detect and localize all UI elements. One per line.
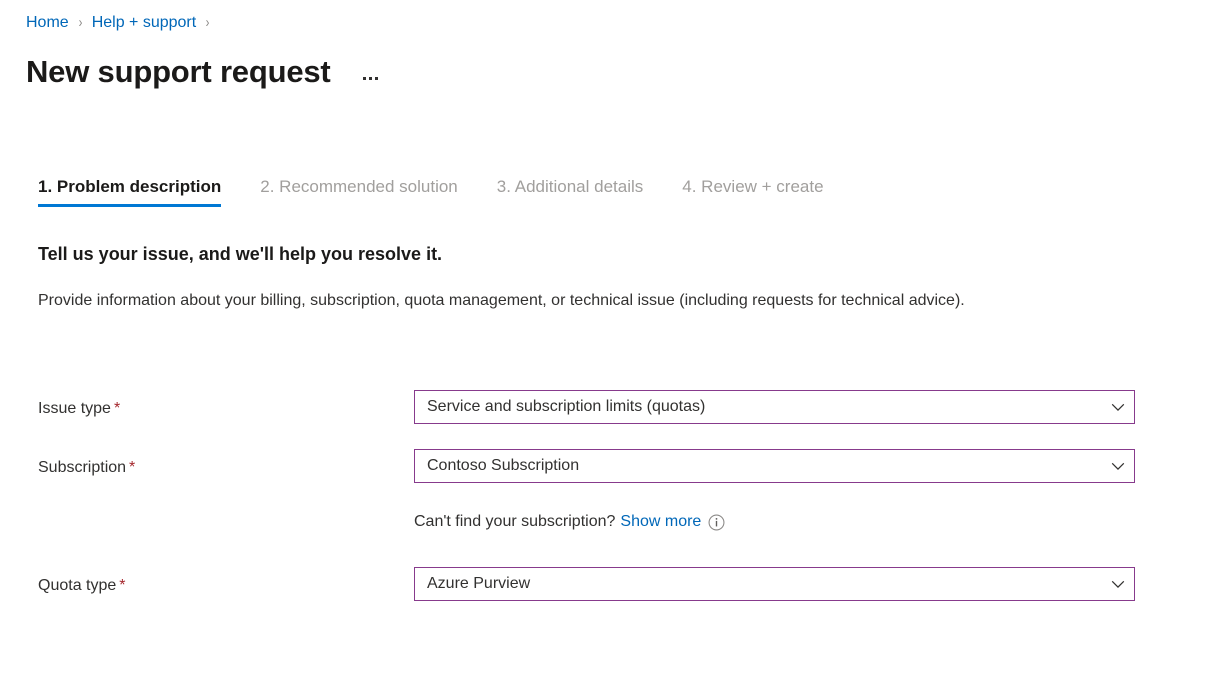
subscription-helper: Can't find your subscription? Show more xyxy=(414,511,725,533)
info-circle-icon[interactable] xyxy=(708,514,725,531)
breadcrumb: Home › Help + support › xyxy=(26,13,219,33)
more-commands-icon[interactable] xyxy=(359,71,382,86)
ellipsis-dot xyxy=(369,77,372,80)
tab-additional-details[interactable]: 3. Additional details xyxy=(497,176,644,207)
quota-type-dropdown[interactable]: Azure Purview xyxy=(414,567,1135,601)
quota-type-label: Quota type* xyxy=(38,575,126,596)
breadcrumb-item-home[interactable]: Home xyxy=(26,13,69,33)
subscription-label-text: Subscription xyxy=(38,459,126,476)
breadcrumb-separator-icon: › xyxy=(78,13,82,33)
required-asterisk: * xyxy=(119,577,125,594)
section-heading: Tell us your issue, and we'll help you r… xyxy=(38,242,442,266)
ellipsis-dot xyxy=(363,77,366,80)
issue-type-label: Issue type* xyxy=(38,398,120,419)
chevron-down-icon xyxy=(1110,399,1126,415)
subscription-helper-text: Can't find your subscription? xyxy=(414,511,615,533)
field-row-quota-type: Quota type* Azure Purview xyxy=(0,567,1220,626)
quota-type-value: Azure Purview xyxy=(427,574,1110,594)
problem-description-form: Issue type* Service and subscription lim… xyxy=(0,390,1220,626)
issue-type-dropdown[interactable]: Service and subscription limits (quotas) xyxy=(414,390,1135,424)
breadcrumb-separator-icon: › xyxy=(206,13,210,33)
subscription-dropdown[interactable]: Contoso Subscription xyxy=(414,449,1135,483)
chevron-down-icon xyxy=(1110,576,1126,592)
wizard-tablist: 1. Problem description 2. Recommended so… xyxy=(38,176,863,207)
tab-problem-description[interactable]: 1. Problem description xyxy=(38,176,221,207)
tab-review-create[interactable]: 4. Review + create xyxy=(682,176,823,207)
page-title: New support request xyxy=(26,52,331,92)
breadcrumb-item-help-support[interactable]: Help + support xyxy=(92,13,197,33)
subscription-value: Contoso Subscription xyxy=(427,456,1110,476)
quota-type-label-text: Quota type xyxy=(38,577,116,594)
tab-recommended-solution[interactable]: 2. Recommended solution xyxy=(260,176,458,207)
subscription-label: Subscription* xyxy=(38,457,135,478)
section-description: Provide information about your billing, … xyxy=(38,288,1116,314)
issue-type-label-text: Issue type xyxy=(38,400,111,417)
new-support-request-page: Home › Help + support › New support requ… xyxy=(0,0,1220,685)
ellipsis-dot xyxy=(375,77,378,80)
issue-type-value: Service and subscription limits (quotas) xyxy=(427,397,1110,417)
required-asterisk: * xyxy=(129,459,135,476)
page-header: New support request xyxy=(26,52,382,92)
field-row-subscription: Subscription* Contoso Subscription xyxy=(0,449,1220,508)
show-more-link[interactable]: Show more xyxy=(620,511,701,533)
required-asterisk: * xyxy=(114,400,120,417)
chevron-down-icon xyxy=(1110,458,1126,474)
field-row-issue-type: Issue type* Service and subscription lim… xyxy=(0,390,1220,449)
